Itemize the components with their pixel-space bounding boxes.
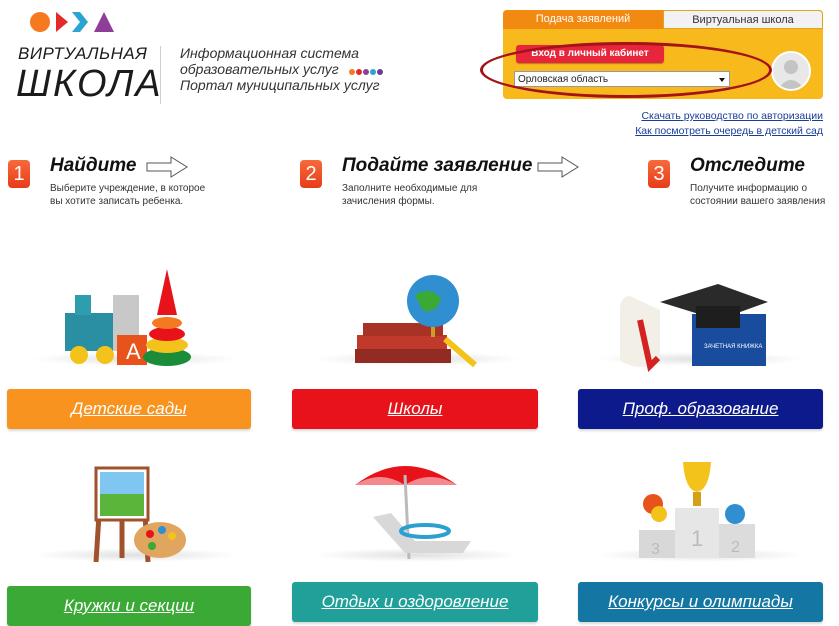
logo-shapes [30,12,114,32]
beach-chair-icon [355,466,471,560]
books-globe-icon [355,275,477,368]
step-1-text-2: вы хотите записать ребенка. [50,196,184,207]
toys-icon: A [65,269,191,366]
step-1-title: Найдите [50,155,137,176]
logo-divider [160,46,161,104]
user-icon [771,51,811,91]
tagline-system: Информационная система [180,45,359,61]
category-schools-button[interactable]: Школы [292,389,538,429]
step-1-number: 1 [8,160,30,188]
tagline-portal: Портал муниципальных услуг [180,77,380,93]
step-3-text-2: состоянии вашего заявления [690,196,826,207]
svg-text:ЗАЧЕТНАЯ КНИЖКА: ЗАЧЕТНАЯ КНИЖКА [704,344,762,350]
color-dots [348,62,384,78]
manual-link[interactable]: Скачать руководство по авторизации [641,110,823,122]
step-1-text-1: Выберите учреждение, в которое [50,183,206,194]
category-competitions-button[interactable]: Конкурсы и олимпиады [578,582,823,622]
tab-applications[interactable]: Подача заявлений [503,10,663,29]
queue-link[interactable]: Как посмотреть очередь в детский сад [635,125,823,137]
tagline-services-text: образовательных услуг [180,61,339,77]
step-2-title: Подайте заявление [342,155,533,176]
arrow-right-icon [146,156,188,178]
category-vocational-button[interactable]: Проф. образование [578,389,823,429]
tagline-services: образовательных услуг [180,61,384,78]
category-kindergartens-button[interactable]: Детские сады [7,389,251,429]
step-3-title: Отследите [690,155,805,176]
category-recreation-button[interactable]: Отдых и оздоровление [292,582,538,622]
trophy-podium-icon: 1 3 2 [639,462,755,558]
step-3-number: 3 [648,160,670,188]
svg-text:A: A [126,339,141,364]
step-2-text-2: зачисления формы. [342,196,435,207]
logo-title-line2: ШКОЛА [16,63,163,105]
step-2-number: 2 [300,160,322,188]
easel-palette-icon [93,466,186,563]
svg-text:2: 2 [731,539,740,556]
highlight-oval [480,42,772,98]
graduation-cap-icon: ЗАЧЕТНАЯ КНИЖКА [620,284,768,373]
step-3-text-1: Получите информацию о [690,183,808,194]
svg-text:3: 3 [651,541,660,558]
step-2-text-1: Заполните необходимые для [342,183,478,194]
logo-title-line1: ВИРТУАЛЬНАЯ [18,44,148,63]
svg-text:1: 1 [691,526,703,551]
arrow-right-icon [537,156,579,178]
category-clubs-button[interactable]: Кружки и секции [7,586,251,626]
tab-virtual-school[interactable]: Виртуальная школа [663,10,823,29]
